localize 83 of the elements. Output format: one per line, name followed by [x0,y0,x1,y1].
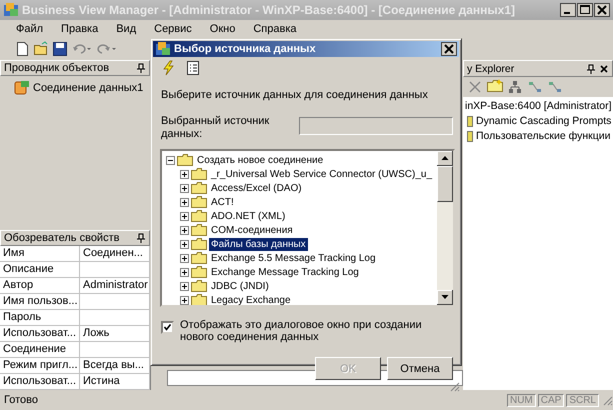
status-indicator: CAP [538,394,564,406]
link-nodes-icon[interactable] [527,79,543,95]
status-indicator: SCRL [566,394,599,406]
menu-item[interactable]: Правка [59,22,100,34]
checkbox-label[interactable]: Отображать это диалоговое окно при создании нового соединения данных [180,319,441,343]
tree-item[interactable]: COM-соединения [209,224,295,236]
resize-grip-icon[interactable] [601,394,613,406]
app-icon [155,41,171,57]
menu-item[interactable]: Справка [251,22,299,34]
hierarchy-icon[interactable] [507,79,523,95]
tree-item[interactable]: JDBC (JNDI) [209,280,271,292]
scroll-up-button[interactable] [437,151,453,166]
tree-item[interactable]: Access/Excel (DAO) [209,182,304,194]
app-icon [3,2,19,18]
property-name: Имя пользов... [0,294,80,310]
property-value: Истина [80,374,150,390]
property-name: Описание [0,262,80,278]
property-name: Использоват... [0,326,80,342]
expander-icon[interactable] [180,226,189,234]
checkbox[interactable] [161,321,174,334]
checkmark-icon [164,324,171,331]
maximize-icon[interactable] [577,3,593,17]
pin-icon[interactable] [586,64,596,74]
dialog-title: Выбор источника данных [174,43,317,55]
panel-title: Проводник объектов [4,62,110,74]
menu-item[interactable]: Окно [208,22,238,34]
tree-item[interactable]: Exchange 5.5 Message Tracking Log [209,252,378,264]
expander-icon[interactable] [180,296,189,304]
menu-item[interactable]: Вид [114,22,138,34]
property-name: Автор [0,278,80,294]
tree-item[interactable]: inXP-Base:6400 [Administrator] [465,99,612,114]
tree-item[interactable]: Файлы базы данных [209,238,308,250]
link-nodes-icon[interactable] [547,79,563,95]
pin-icon[interactable] [136,63,146,74]
tree-item[interactable]: Dynamic Cascading Prompts [476,114,612,129]
tree-item[interactable]: Legacy Exchange [209,294,293,305]
property-value: Всегда вы... [80,358,150,374]
expander-icon[interactable] [180,184,189,192]
new-file-icon[interactable] [14,40,30,56]
cancel-button[interactable]: Отмена [387,357,453,380]
tree-item[interactable]: Exchange Message Tracking Log [209,266,361,278]
tree-item[interactable]: ACT! [209,196,236,208]
instruction-text: Выберите источник данных для соединения данных [160,88,429,101]
status-indicator: NUM [506,394,536,406]
property-name: Использоват... [0,374,80,390]
property-name: Режим пригл... [0,358,80,374]
small-close-icon[interactable] [599,64,609,74]
menu-item[interactable]: Сервис [152,22,194,34]
resize-grip-icon[interactable] [448,380,460,392]
expander-icon[interactable] [180,282,189,290]
scroll-down-button[interactable] [437,290,453,305]
expander-icon[interactable] [180,268,189,276]
pin-icon[interactable] [136,232,146,243]
property-name: Имя [0,246,80,262]
window-title: Business View Manager - [Administrator - WinXP-Base:6400] - [Соединение данных1] [22,3,516,17]
new-folder-icon[interactable] [487,79,503,95]
expander-icon[interactable] [180,212,189,220]
panel-title: Обозреватель свойств [4,232,120,244]
expander-icon[interactable] [180,198,189,206]
connection-icon [12,80,30,96]
tree-item[interactable]: Соединение данных1 [33,82,144,94]
menu-item[interactable]: Файл [14,22,46,34]
close-icon[interactable] [441,42,457,56]
expander-icon[interactable] [180,240,189,248]
save-icon[interactable] [52,40,68,56]
property-name: Пароль [0,310,80,326]
tree-item[interactable]: ADO.NET (XML) [209,210,288,222]
expander-icon[interactable] [180,170,189,178]
tree-item[interactable]: Пользовательские функции [476,129,611,144]
open-folder-icon[interactable] [33,40,49,56]
property-name: Соединение [0,342,80,358]
expander-icon[interactable] [166,156,175,164]
scroll-thumb[interactable] [437,166,453,202]
tree-item[interactable]: Создать новое соединение [195,154,326,166]
list-icon[interactable] [185,60,201,76]
scrollbar-track[interactable] [437,151,453,305]
field-label: Выбранный источник данных: [161,115,270,141]
status-text: Готово [4,394,39,406]
expander-icon[interactable] [180,254,189,262]
panel-title: y Explorer [467,62,514,74]
tree-item[interactable]: _r_Universal Web Service Connector (UWSC)_u_ [209,168,434,180]
close-icon[interactable] [594,3,610,17]
minimize-icon[interactable] [560,3,576,17]
